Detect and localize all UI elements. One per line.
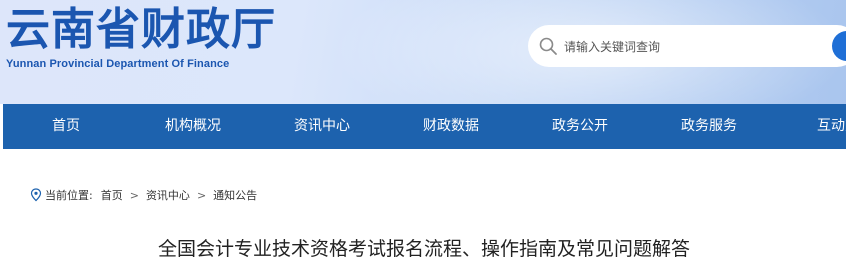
breadcrumb-item-notices[interactable]: 通知公告 (213, 187, 257, 203)
search-input[interactable]: 请输入关键词查询 (564, 38, 660, 55)
search-box[interactable]: 请输入关键词查询 (528, 25, 846, 67)
nav-item-gov-services[interactable]: 政务服务 (649, 104, 769, 149)
site-logo-subtitle: Yunnan Provincial Department Of Finance (6, 58, 230, 70)
nav-item-news[interactable]: 资讯中心 (262, 104, 382, 149)
site-logo-title[interactable]: 云南省财政厅 (6, 4, 276, 56)
breadcrumb: 当前位置: 首页 > 资讯中心 > 通知公告 (30, 187, 257, 203)
article-title: 全国会计专业技术资格考试报名流程、操作指南及常见问题解答 (158, 238, 691, 260)
site-header: 云南省财政厅 Yunnan Provincial Department Of F… (0, 0, 846, 104)
nav-item-gov-affairs[interactable]: 政务公开 (520, 104, 640, 149)
nav-item-about[interactable]: 机构概况 (133, 104, 253, 149)
breadcrumb-prefix: 当前位置: (45, 189, 93, 202)
search-icon (539, 37, 557, 55)
main-nav: 首页 机构概况 资讯中心 财政数据 政务公开 政务服务 互动交 (3, 104, 846, 149)
breadcrumb-item-news[interactable]: 资讯中心 (146, 187, 190, 203)
breadcrumb-separator: > (196, 188, 207, 202)
nav-item-finance-data[interactable]: 财政数据 (391, 104, 511, 149)
breadcrumb-item-home[interactable]: 首页 (101, 187, 123, 203)
breadcrumb-separator: > (129, 188, 139, 202)
nav-item-interaction[interactable]: 互动交 (778, 104, 846, 149)
nav-item-home[interactable]: 首页 (6, 104, 126, 149)
search-button[interactable] (832, 31, 846, 61)
location-pin-icon (30, 188, 42, 202)
